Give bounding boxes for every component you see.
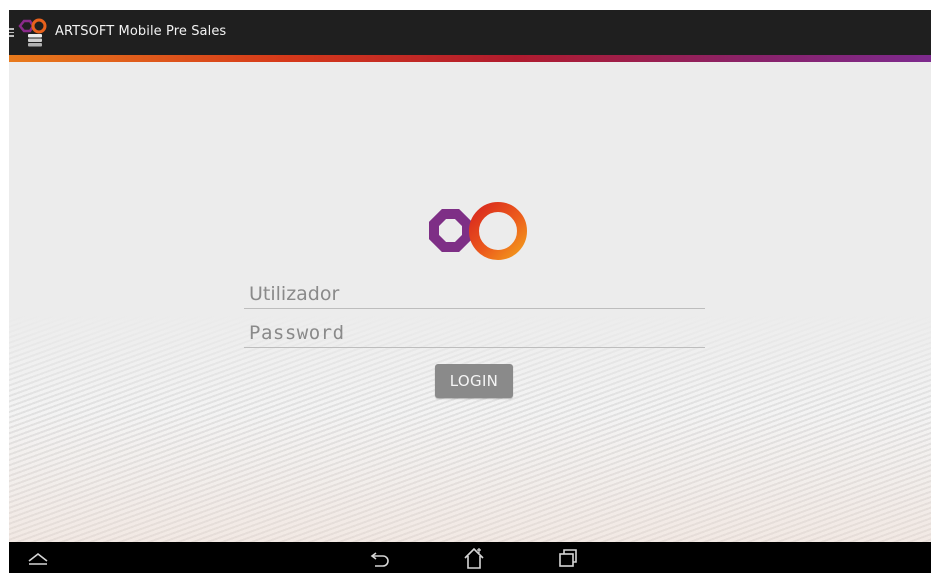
artsoft-infinity-logo bbox=[429, 202, 527, 260]
tablet-screen: ARTSOFT Mobile Pre Sales LOGIN bbox=[9, 10, 931, 573]
device-frame: ARTSOFT Mobile Pre Sales LOGIN bbox=[0, 0, 931, 573]
action-bar: ARTSOFT Mobile Pre Sales bbox=[9, 10, 931, 55]
collapse-icon[interactable] bbox=[23, 545, 53, 571]
accent-stripe bbox=[9, 55, 931, 62]
system-navigation-bar bbox=[9, 542, 931, 573]
app-title: ARTSOFT Mobile Pre Sales bbox=[55, 24, 227, 39]
recent-apps-icon[interactable] bbox=[553, 545, 583, 571]
back-icon[interactable] bbox=[366, 545, 396, 571]
home-icon[interactable] bbox=[459, 545, 489, 571]
login-content: LOGIN bbox=[9, 62, 931, 542]
drawer-icon[interactable] bbox=[9, 28, 14, 37]
artsoft-app-icon[interactable] bbox=[17, 17, 51, 49]
login-button[interactable]: LOGIN bbox=[435, 364, 513, 398]
username-input[interactable] bbox=[244, 279, 705, 309]
password-input[interactable] bbox=[244, 318, 705, 348]
